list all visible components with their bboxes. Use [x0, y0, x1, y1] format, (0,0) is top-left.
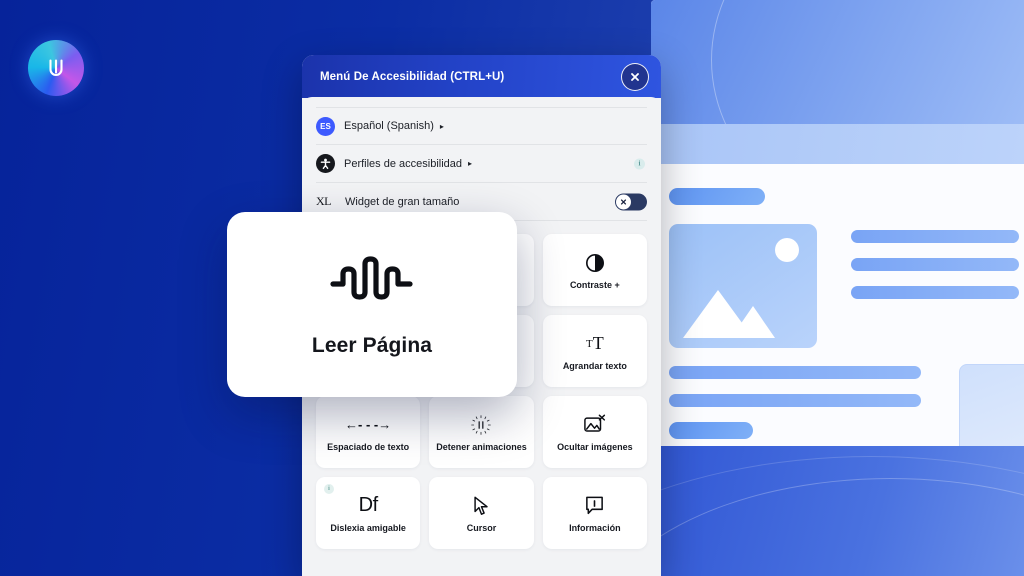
mountain-shape: [731, 306, 775, 338]
mockup-text-bar: [669, 394, 921, 407]
feature-card-hide-images[interactable]: Ocultar imágenes: [542, 396, 647, 468]
pause-rays-icon: [471, 415, 492, 435]
website-preview-mockup: [651, 0, 1024, 576]
language-badge-icon: ES: [316, 116, 335, 136]
chevron-right-icon: ▸: [439, 121, 444, 131]
option-label-language: Español (Spanish): [344, 120, 434, 132]
hide-images-icon: [583, 412, 607, 438]
feature-card-label: Dislexia amigable: [330, 522, 406, 533]
sun-shape: [775, 238, 799, 262]
feature-card-label: Agrandar texto: [562, 360, 627, 371]
option-row-language[interactable]: ES Español (Spanish) ▸: [316, 107, 647, 145]
mockup-subheader-band: [651, 124, 1024, 164]
person-glyph-icon: [320, 158, 331, 170]
feature-card-contrast[interactable]: Contraste +: [542, 234, 647, 306]
mockup-image-placeholder: [669, 224, 817, 348]
toggle-knob: [616, 194, 631, 209]
leer-pagina-label: Leer Página: [311, 334, 433, 357]
option-label-big-widget: Widget de gran tamaño: [345, 195, 460, 208]
mockup-content-area: [651, 164, 1024, 496]
option-row-profiles[interactable]: Perfiles de accesibilidad ▸ i: [316, 145, 647, 183]
feature-card-bigger-text[interactable]: TT Agrandar texto: [542, 315, 647, 387]
accessibility-person-icon: [316, 154, 335, 173]
big-widget-toggle[interactable]: [615, 193, 647, 210]
feature-card-label: Ocultar imágenes: [557, 441, 633, 452]
image-with-x-icon: [584, 414, 605, 432]
feature-card-text-spacing[interactable]: ←- - -→ Espaciado de texto: [316, 396, 421, 468]
chevron-right-icon: ▸: [468, 159, 473, 168]
mockup-text-bar: [851, 286, 1019, 299]
sound-wave-icon: [330, 251, 414, 318]
mockup-button: [669, 422, 753, 439]
decorative-arc: [711, 0, 1024, 124]
userway-logo[interactable]: [28, 40, 84, 96]
mockup-title-bar: [669, 188, 765, 205]
feature-card-cursor[interactable]: Cursor: [429, 477, 534, 549]
widget-title: Menú De Accesibilidad (CTRL+U): [320, 70, 505, 83]
mockup-footer-banner: [651, 446, 1024, 576]
dyslexia-df-icon: Df: [358, 494, 379, 517]
text-spacing-icon: ←- - -→: [345, 417, 392, 433]
contrast-circle-icon: [585, 253, 604, 272]
contrast-icon: [585, 250, 605, 276]
widget-header: Menú De Accesibilidad (CTRL+U): [302, 55, 661, 98]
feature-card-dyslexia[interactable]: i Df Dislexia amigable: [316, 477, 421, 549]
feature-card-stop-animations[interactable]: Detener animaciones: [429, 396, 534, 468]
info-badge-icon[interactable]: i: [324, 484, 334, 494]
decorative-arc: [651, 456, 1024, 576]
info-badge-icon[interactable]: i: [634, 158, 645, 169]
mockup-text-bar: [851, 230, 1019, 243]
feature-card-label: Cursor: [466, 522, 497, 533]
userway-u-logo-icon: [49, 59, 63, 76]
leer-pagina-highlight-card[interactable]: Leer Página: [227, 212, 517, 397]
close-x-icon: [620, 198, 627, 205]
feature-card-information[interactable]: Información: [542, 477, 647, 549]
option-label-profiles: Perfiles de accesibilidad: [344, 157, 463, 170]
feature-card-label: Detener animaciones: [436, 441, 527, 452]
mockup-hero-banner: [651, 0, 1024, 124]
stop-animations-icon: [470, 412, 492, 438]
sound-wave-glyph-icon: [330, 256, 413, 300]
xl-size-icon: XL: [316, 194, 332, 208]
cursor-icon: [471, 493, 492, 519]
feature-card-label: Espaciado de texto: [327, 441, 410, 452]
information-icon: [584, 493, 605, 519]
close-icon: [631, 72, 639, 81]
bigger-text-icon: TT: [585, 333, 604, 354]
info-speech-bubble-icon: [586, 496, 604, 515]
feature-card-label: Información: [569, 522, 621, 533]
close-button[interactable]: [621, 62, 649, 91]
mockup-text-bar: [669, 366, 921, 379]
mockup-text-bar: [851, 258, 1019, 271]
feature-card-label: Contraste +: [569, 279, 620, 290]
mouse-pointer-icon: [474, 496, 488, 515]
